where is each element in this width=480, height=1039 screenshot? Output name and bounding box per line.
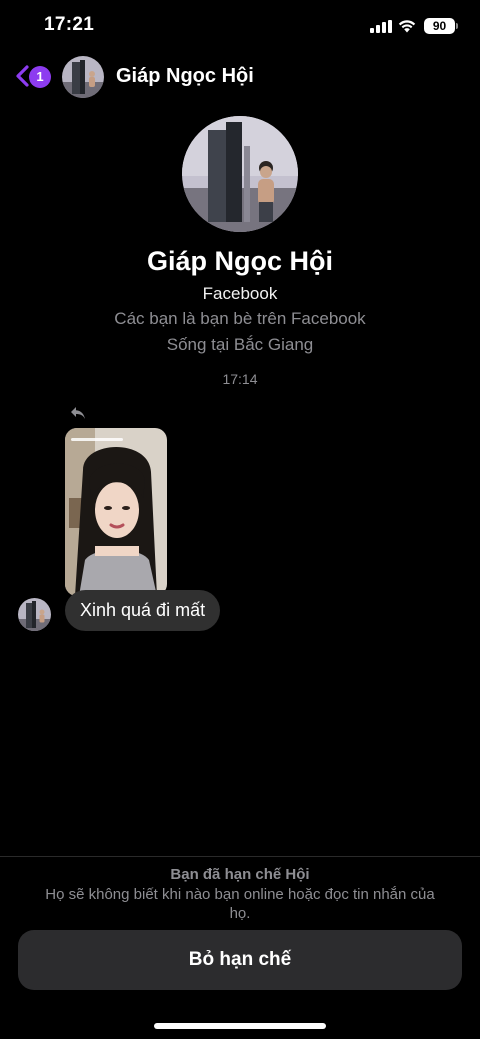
profile-avatar[interactable] [182,116,298,232]
profile-friends-info: Các bạn là bạn bè trên Facebook [114,309,366,328]
profile-name: Giáp Ngọc Hội [146,246,333,276]
restriction-description: Họ sẽ không biết khi nào bạn online hoặc… [45,886,435,922]
chat-header: 1 Giáp Ngọc Hội [0,54,480,100]
reply-icon [71,407,85,419]
home-indicator[interactable] [154,1023,326,1029]
divider [0,856,480,857]
contact-name[interactable]: Giáp Ngọc Hội [116,65,254,88]
message-timestamp: 17:14 [222,371,258,387]
cellular-signal-icon [370,20,392,33]
restriction-title: Bạn đã hạn chế Hội [170,866,310,883]
profile-platform: Facebook [202,284,278,303]
unrestrict-button[interactable]: Bỏ hạn chế [18,930,462,990]
status-time: 17:21 [44,14,95,35]
battery-icon: 90 [424,18,455,34]
unread-count-badge[interactable]: 1 [29,66,51,88]
wifi-icon [398,20,416,33]
status-bar: 17:21 90 [0,0,480,52]
message-bubble[interactable]: Xinh quá đi mất [65,590,221,631]
story-thumbnail[interactable] [65,428,167,596]
battery-cap [456,23,458,29]
profile-location: Sống tại Bắc Giang [166,335,314,354]
sender-avatar[interactable] [18,598,51,631]
back-chevron-icon[interactable] [14,64,30,88]
contact-avatar[interactable] [62,56,104,98]
